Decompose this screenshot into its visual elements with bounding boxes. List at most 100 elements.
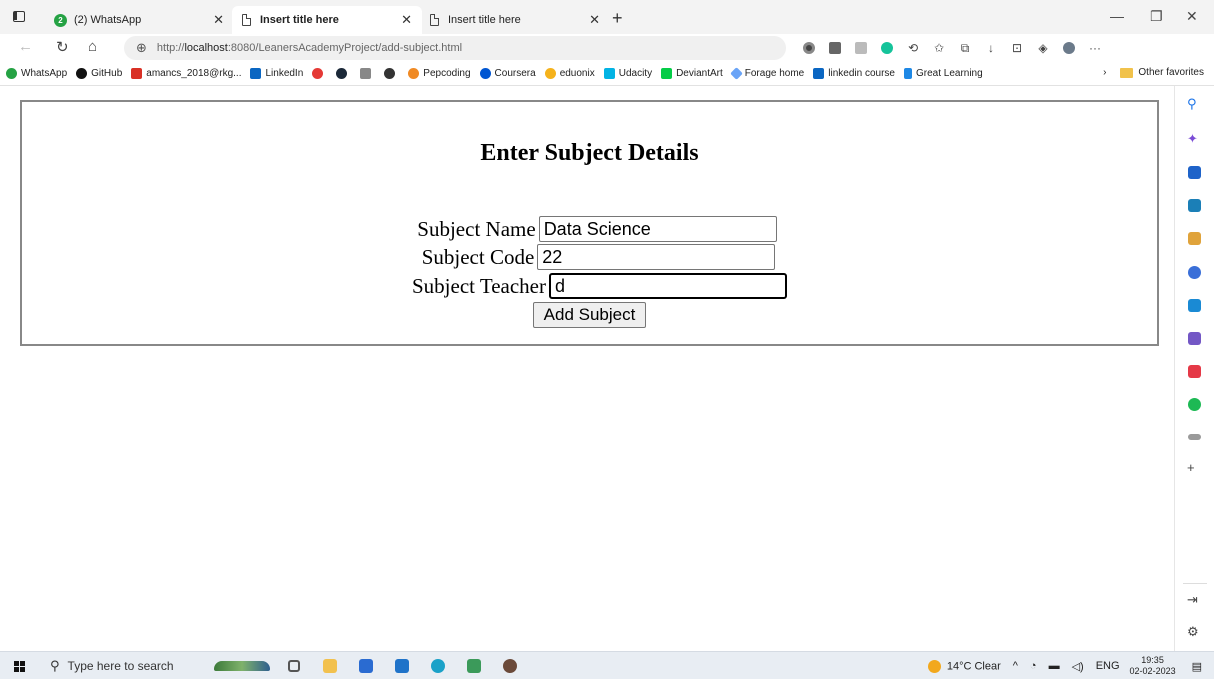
subject-teacher-input[interactable] (549, 273, 787, 299)
url-path: :8080/LeanersAcademyProject/add-subject.… (227, 42, 463, 54)
tab-insert-title[interactable]: Insert title here ✕ (420, 6, 610, 34)
windows-start-icon[interactable] (14, 661, 26, 672)
tab-whatsapp[interactable]: 2 (2) WhatsApp ✕ (44, 6, 234, 34)
subject-code-input[interactable] (537, 244, 776, 270)
language-indicator[interactable]: ENG (1096, 660, 1120, 672)
other-favorites[interactable]: › Other favorites (1103, 67, 1204, 78)
bookmark-grid[interactable] (360, 68, 375, 79)
drop-icon[interactable] (1188, 332, 1201, 345)
close-icon[interactable]: ✕ (213, 12, 224, 28)
edge-sidebar: ⚲ ✦ + ⇥ ⚙ (1174, 86, 1214, 651)
bookmark-pepcoding[interactable]: Pepcoding (408, 68, 471, 79)
submit-row: Add Subject (22, 302, 1157, 328)
taskbar-search-placeholder: Type here to search (67, 659, 174, 673)
search-icon[interactable]: ⚲ (1187, 96, 1197, 112)
address-bar[interactable]: ⊕ http://localhost:8080/LeanersAcademyPr… (124, 36, 786, 60)
add-plus-icon[interactable]: + (1187, 460, 1195, 475)
volume-icon[interactable]: ◁) (1072, 660, 1084, 673)
landscape-widget-icon[interactable] (212, 657, 272, 675)
folder-icon (1120, 67, 1134, 78)
performance-icon[interactable]: ◈ (1030, 39, 1056, 57)
page-icon (242, 14, 251, 26)
bookmark-linkedin-course[interactable]: linkedin course (813, 68, 895, 79)
notifications-icon[interactable]: ▤ (1192, 660, 1202, 673)
microsoft-store-icon[interactable] (352, 657, 380, 675)
close-icon[interactable]: ✕ (589, 12, 600, 28)
tab-title: Insert title here (448, 14, 521, 26)
spotify-icon[interactable] (1188, 398, 1201, 411)
clock-date: 02-02-2023 (1129, 666, 1176, 676)
great-learning-icon (903, 68, 912, 79)
taskbar-clock[interactable]: 19:35 02-02-2023 (1130, 655, 1176, 677)
chevron-right-icon[interactable]: › (1103, 67, 1106, 78)
task-view-icon[interactable] (280, 657, 308, 675)
bookmark-coursera[interactable]: Coursera (479, 68, 536, 79)
games-icon[interactable] (1188, 232, 1201, 245)
add-subject-button[interactable]: Add Subject (532, 302, 647, 328)
tools-briefcase-icon[interactable] (1188, 199, 1201, 212)
outlook-icon[interactable] (1188, 299, 1201, 312)
gmail-icon (131, 68, 143, 79)
taskbar-apps (212, 657, 532, 675)
chevron-up-icon[interactable]: ^ (1013, 660, 1018, 672)
tab-insert-title-active[interactable]: Insert title here ✕ (232, 6, 422, 34)
bookmark-gmail[interactable]: amancs_2018@rkg... (131, 68, 241, 79)
taskbar-search-box[interactable]: ⚲ Type here to search (40, 653, 204, 679)
copilot-sparkle-icon[interactable]: ✦ (1187, 131, 1198, 147)
red-circle-icon (312, 68, 324, 79)
shopping-tag-icon[interactable] (1188, 166, 1201, 179)
bookmark-dark-circle[interactable] (384, 68, 399, 79)
tab-title: (2) WhatsApp (74, 14, 142, 26)
app-avatar-icon[interactable] (496, 657, 524, 675)
office-icon[interactable] (1188, 266, 1201, 279)
file-explorer-icon[interactable] (316, 657, 344, 675)
restore-icon[interactable]: ❐ (1150, 8, 1163, 25)
page-content: Enter Subject Details Subject Name Subje… (0, 86, 1174, 651)
home-icon[interactable]: ⌂ (88, 38, 97, 55)
spreadsheet-icon[interactable] (460, 657, 488, 675)
wifi-icon[interactable]: ◔ (1030, 660, 1037, 672)
windows-taskbar: ⚲ Type here to search 14°C Clear ^ ◔ ▬ ◁… (0, 651, 1214, 679)
minimize-icon[interactable]: — (1110, 8, 1124, 24)
edge-browser-icon[interactable] (424, 657, 452, 675)
extension-icon-2[interactable] (822, 39, 848, 57)
bookmark-linkedin[interactable]: LinkedIn (250, 68, 303, 79)
subject-name-input[interactable] (538, 216, 777, 242)
hide-sidebar-icon[interactable]: ⇥ (1187, 592, 1198, 608)
tab-title: Insert title here (260, 14, 339, 26)
refresh-icon[interactable]: ↻ (56, 38, 69, 56)
tab-actions-icon[interactable] (13, 11, 25, 22)
bookmark-red-circle[interactable] (312, 68, 327, 79)
news-icon[interactable] (1188, 434, 1201, 440)
weather-widget[interactable]: 14°C Clear (927, 659, 1001, 673)
subject-name-label: Subject Name (417, 216, 536, 241)
settings-gear-icon[interactable]: ⚙ (1187, 624, 1199, 640)
subject-code-label: Subject Code (421, 244, 535, 269)
downloads-icon[interactable]: ↓ (978, 39, 1004, 57)
bookmark-steam[interactable] (336, 68, 351, 79)
bookmark-forage[interactable]: Forage home (729, 67, 804, 80)
new-tab-plus-icon[interactable]: + (612, 8, 623, 29)
screenshot-icon[interactable]: ⊡ (1004, 39, 1030, 57)
grammarly-icon[interactable] (874, 39, 900, 57)
window-close-icon[interactable]: ✕ (1186, 8, 1198, 25)
music-icon[interactable] (1188, 365, 1201, 378)
bookmark-eduonix[interactable]: eduonix (544, 68, 595, 79)
bookmark-great-learning[interactable]: Great Learning (903, 68, 983, 79)
bookmark-github[interactable]: GitHub (76, 68, 122, 79)
close-icon[interactable]: ✕ (401, 12, 412, 28)
battery-icon[interactable]: ▬ (1049, 660, 1060, 672)
profile-avatar-icon[interactable] (1056, 39, 1082, 57)
mail-icon[interactable] (388, 657, 416, 675)
collections-icon[interactable]: ⧉ (952, 39, 978, 57)
favorites-bar: WhatsApp GitHub amancs_2018@rkg... Linke… (0, 62, 1214, 86)
back-arrow-icon[interactable]: ← (18, 38, 33, 55)
favorites-icon[interactable]: ✩ (926, 39, 952, 57)
extensions-puzzle-icon[interactable]: ⟲ (900, 39, 926, 57)
extension-icon-1[interactable] (796, 39, 822, 57)
bookmark-whatsapp[interactable]: WhatsApp (6, 68, 67, 79)
bookmark-udacity[interactable]: Udacity (603, 68, 652, 79)
bookmark-deviantart[interactable]: DeviantArt (661, 68, 723, 79)
extension-icon-3[interactable] (848, 39, 874, 57)
more-menu-icon[interactable]: ··· (1082, 39, 1108, 57)
